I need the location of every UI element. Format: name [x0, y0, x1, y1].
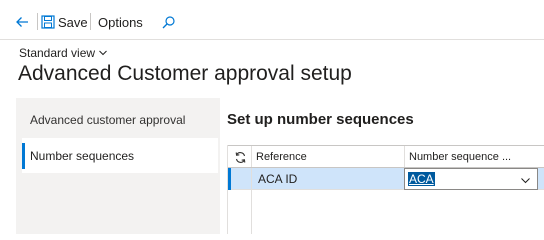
toolbar-divider	[90, 13, 91, 30]
grid-header: Reference Number sequence ...	[228, 145, 544, 168]
back-button[interactable]	[12, 12, 32, 32]
search-icon	[162, 15, 175, 28]
page-body: Advanced customer approval Number sequen…	[16, 98, 544, 234]
vertical-nav: Advanced customer approval Number sequen…	[16, 98, 220, 234]
chevron-down-icon	[520, 177, 530, 183]
row-selection-marker	[228, 168, 231, 190]
save-button[interactable]: Save	[41, 12, 88, 32]
action-toolbar: Save Options	[0, 0, 544, 40]
column-header-number-sequence[interactable]: Number sequence ...	[404, 146, 544, 167]
toolbar-divider	[37, 13, 38, 30]
column-header-reference[interactable]: Reference	[251, 146, 404, 167]
options-label: Options	[98, 14, 143, 30]
refresh-icon	[235, 151, 245, 163]
grid-column-divider	[251, 190, 252, 234]
back-arrow-icon	[16, 17, 28, 27]
chevron-down-icon	[99, 50, 107, 56]
number-sequence-combobox[interactable]: ACA	[404, 168, 538, 190]
refresh-button[interactable]	[232, 149, 248, 165]
page-title: Advanced Customer approval setup	[18, 62, 352, 85]
nav-item-label: Advanced customer approval	[30, 112, 186, 127]
section-title: Set up number sequences	[227, 111, 414, 128]
nav-item-label: Number sequences	[30, 148, 135, 163]
reference-cell[interactable]: ACA ID	[251, 168, 404, 190]
options-tab[interactable]: Options	[98, 12, 143, 32]
nav-item-advanced-customer-approval[interactable]: Advanced customer approval	[22, 102, 218, 137]
nav-item-number-sequences[interactable]: Number sequences	[22, 138, 218, 173]
dropdown-button[interactable]	[519, 174, 531, 186]
table-row[interactable]: ACA ID ACA	[228, 168, 544, 190]
search-button[interactable]	[158, 12, 178, 32]
number-sequence-value: ACA	[408, 172, 435, 186]
save-icon	[41, 15, 55, 29]
save-label: Save	[58, 14, 88, 30]
content-panel: Set up number sequences Reference Number…	[220, 98, 544, 234]
view-label: Standard view	[19, 46, 96, 60]
view-selector[interactable]: Standard view	[19, 46, 108, 60]
number-sequence-grid: Reference Number sequence ... ACA ID ACA	[227, 145, 544, 234]
